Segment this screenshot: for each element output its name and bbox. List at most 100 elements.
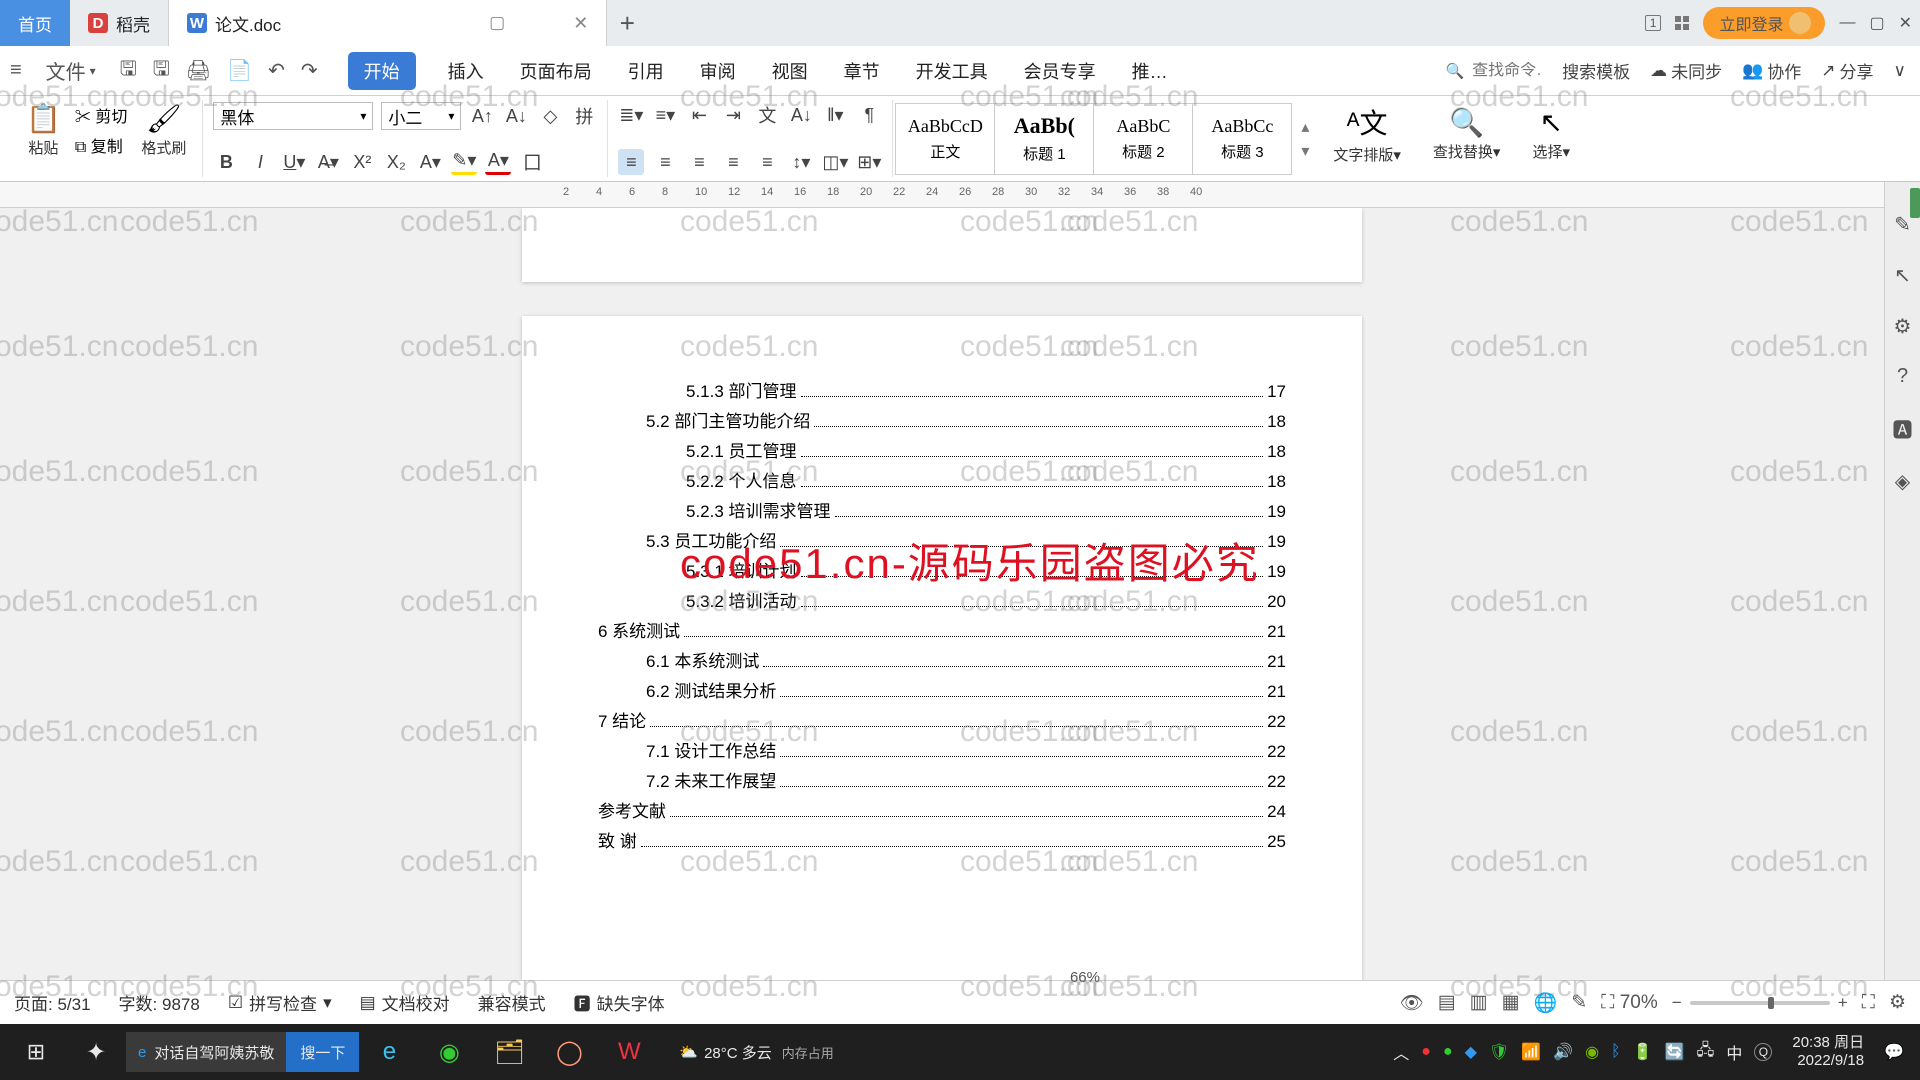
search-template[interactable]: 搜索模板 [1562, 58, 1630, 83]
tray-volume-icon[interactable]: 🔊 [1553, 1042, 1573, 1062]
toc-entry[interactable]: 5.2.3 培训需求管理19 [598, 497, 1286, 522]
print-icon[interactable]: 🖨 [186, 58, 211, 83]
tab-restore-icon[interactable]: ▢ [489, 13, 505, 33]
ribbon-tab-6[interactable]: 章节 [840, 52, 884, 90]
asian-layout-icon[interactable]: 文 [754, 102, 780, 128]
proofread-button[interactable]: ▤ 文档校对 [360, 990, 450, 1015]
tray-network-icon[interactable]: 🖧 [1697, 1039, 1715, 1066]
bold-icon[interactable]: B [213, 149, 239, 175]
outline-view-icon[interactable]: ▦ [1502, 991, 1520, 1014]
pointer-icon[interactable]: ↖ [1894, 263, 1911, 288]
tray-shield-icon[interactable]: 🛡 [1489, 1042, 1509, 1062]
spell-check-toggle[interactable]: ☑ 拼写检查 ▾ [228, 990, 332, 1015]
tab-home[interactable]: 首页 [0, 0, 70, 46]
font-color-icon[interactable]: A▾ [485, 149, 511, 175]
align-right-icon[interactable]: ≡ [686, 149, 712, 175]
format-brush-button[interactable]: 🖌 格式刷 [135, 102, 192, 158]
sync-status[interactable]: ☁ 未同步 [1650, 58, 1722, 83]
zoom-slider[interactable]: − + [1672, 993, 1848, 1013]
underline-icon[interactable]: U▾ [281, 149, 307, 175]
strike-icon[interactable]: A̶▾ [315, 149, 341, 175]
pinyin-icon[interactable]: 拼 [571, 103, 597, 129]
toc-entry[interactable]: 致 谢25 [598, 827, 1286, 852]
tray-blue-icon[interactable]: ◆ [1465, 1042, 1477, 1062]
document-viewport[interactable]: 5.1.3 部门管理175.2 部门主管功能介绍185.2.1 员工管理185.… [0, 208, 1884, 1036]
ribbon-tab-3[interactable]: 引用 [624, 52, 668, 90]
save-as-icon[interactable]: 🖫 [153, 54, 170, 88]
line-height-icon[interactable]: ↕▾ [788, 149, 814, 175]
taskbar-ie-icon[interactable]: e [359, 1028, 419, 1076]
tray-sync-icon[interactable]: 🔄 [1665, 1042, 1685, 1062]
align-justify-icon[interactable]: ≡ [720, 149, 746, 175]
ribbon-tab-7[interactable]: 开发工具 [912, 52, 992, 90]
search-command-input[interactable] [1472, 62, 1542, 80]
style-item-3[interactable]: AaBbCc标题 3 [1192, 103, 1292, 175]
taskbar-wps-icon[interactable]: W [599, 1028, 659, 1076]
indent-icon[interactable]: ⇥ [720, 102, 746, 128]
toc-entry[interactable]: 5.1.3 部门管理17 [598, 377, 1286, 402]
copy-button[interactable]: ⧉ 复制 [75, 133, 127, 157]
style-item-0[interactable]: AaBbCcD正文 [895, 103, 995, 175]
toc-entry[interactable]: 5.2.2 个人信息18 [598, 467, 1286, 492]
italic-icon[interactable]: I [247, 149, 273, 175]
align-left-icon[interactable]: ≡ [618, 149, 644, 175]
login-button[interactable]: 立即登录 [1703, 7, 1825, 39]
show-marks-icon[interactable]: ¶ [856, 102, 882, 128]
pen-icon[interactable]: ✎ [1894, 212, 1911, 237]
bullets-icon[interactable]: ≣▾ [618, 102, 644, 128]
word-count[interactable]: 字数: 9878 [119, 990, 200, 1015]
zoom-in-icon[interactable]: + [1838, 993, 1848, 1013]
fullscreen-icon[interactable]: ⛶ [1862, 992, 1875, 1014]
tab-daoke[interactable]: D 稻壳 [70, 0, 169, 46]
clear-format-icon[interactable]: ◇ [537, 103, 563, 129]
page-view-icon[interactable]: ▥ [1470, 991, 1488, 1014]
toc-entry[interactable]: 参考文献24 [598, 797, 1286, 822]
toc-entry[interactable]: 5.3.1 培训计划19 [598, 557, 1286, 582]
taskbar-search[interactable]: e对话自驾阿姨苏敬 搜一下 [126, 1032, 359, 1072]
action-center-icon[interactable]: 💬 [1884, 1042, 1904, 1062]
cut-button[interactable]: ✂ 剪切 [75, 103, 127, 127]
tray-bluetooth-icon[interactable]: ᛒ [1611, 1043, 1621, 1061]
grow-font-icon[interactable]: A↑ [469, 103, 495, 129]
font-family-select[interactable]: 黑体▾ [213, 102, 373, 130]
collaborate-button[interactable]: 👥 协作 [1742, 58, 1801, 83]
save-icon[interactable]: 🖫 [120, 54, 137, 88]
char-border-icon[interactable]: 囗 [519, 149, 545, 175]
locate-icon[interactable]: ◈ [1895, 469, 1910, 494]
read-view-icon[interactable]: ▤ [1438, 991, 1456, 1014]
toc-entry[interactable]: 6.2 测试结果分析21 [598, 677, 1286, 702]
ribbon-tab-9[interactable]: 推… [1128, 52, 1172, 90]
fit-width-icon[interactable]: ⛶ 70% [1601, 992, 1658, 1014]
document-page[interactable]: 5.1.3 部门管理175.2 部门主管功能介绍185.2.1 员工管理185.… [522, 316, 1362, 1036]
superscript-icon[interactable]: X² [349, 149, 375, 175]
toc-entry[interactable]: 6 系统测试21 [598, 617, 1286, 642]
taskbar-search-button[interactable]: 搜一下 [286, 1032, 359, 1072]
shading-icon[interactable]: ◫▾ [822, 149, 848, 175]
text-effect-icon[interactable]: A▾ [417, 149, 443, 175]
tab-close-icon[interactable]: ✕ [573, 13, 588, 34]
redo-icon[interactable]: ↷ [301, 58, 318, 83]
numbering-icon[interactable]: ≡▾ [652, 102, 678, 128]
translate-icon[interactable]: 🅰 [1893, 414, 1913, 443]
missing-font-button[interactable]: 🅵 缺失字体 [574, 990, 665, 1015]
tray-wifi-icon[interactable]: 📶 [1521, 1042, 1541, 1062]
close-icon[interactable]: ✕ [1899, 13, 1912, 33]
outdent-icon[interactable]: ⇤ [686, 102, 712, 128]
tray-battery-icon[interactable]: 🔋 [1633, 1042, 1653, 1062]
line-spacing-icon[interactable]: ‖▾ [822, 102, 848, 128]
search-command[interactable] [1445, 62, 1542, 80]
highlight-icon[interactable]: ✎▾ [451, 149, 477, 175]
style-down-icon[interactable]: ▾ [1301, 141, 1309, 161]
ribbon-tab-8[interactable]: 会员专享 [1020, 52, 1100, 90]
toc-entry[interactable]: 5.3.2 培训活动20 [598, 587, 1286, 612]
tray-red-icon[interactable]: ● [1421, 1043, 1431, 1061]
file-menu[interactable]: 文件▾ [38, 56, 104, 85]
new-tab-button[interactable]: + [607, 0, 647, 46]
ribbon-tab-4[interactable]: 审阅 [696, 52, 740, 90]
maximize-icon[interactable]: ▢ [1869, 13, 1884, 33]
toc-entry[interactable]: 7.1 设计工作总结22 [598, 737, 1286, 762]
subscript-icon[interactable]: X₂ [383, 149, 409, 175]
tray-green-icon[interactable]: ● [1443, 1043, 1453, 1061]
menubar-chevron-icon[interactable]: ∨ [1894, 61, 1906, 81]
select-button[interactable]: ↖选择▾ [1526, 106, 1576, 162]
